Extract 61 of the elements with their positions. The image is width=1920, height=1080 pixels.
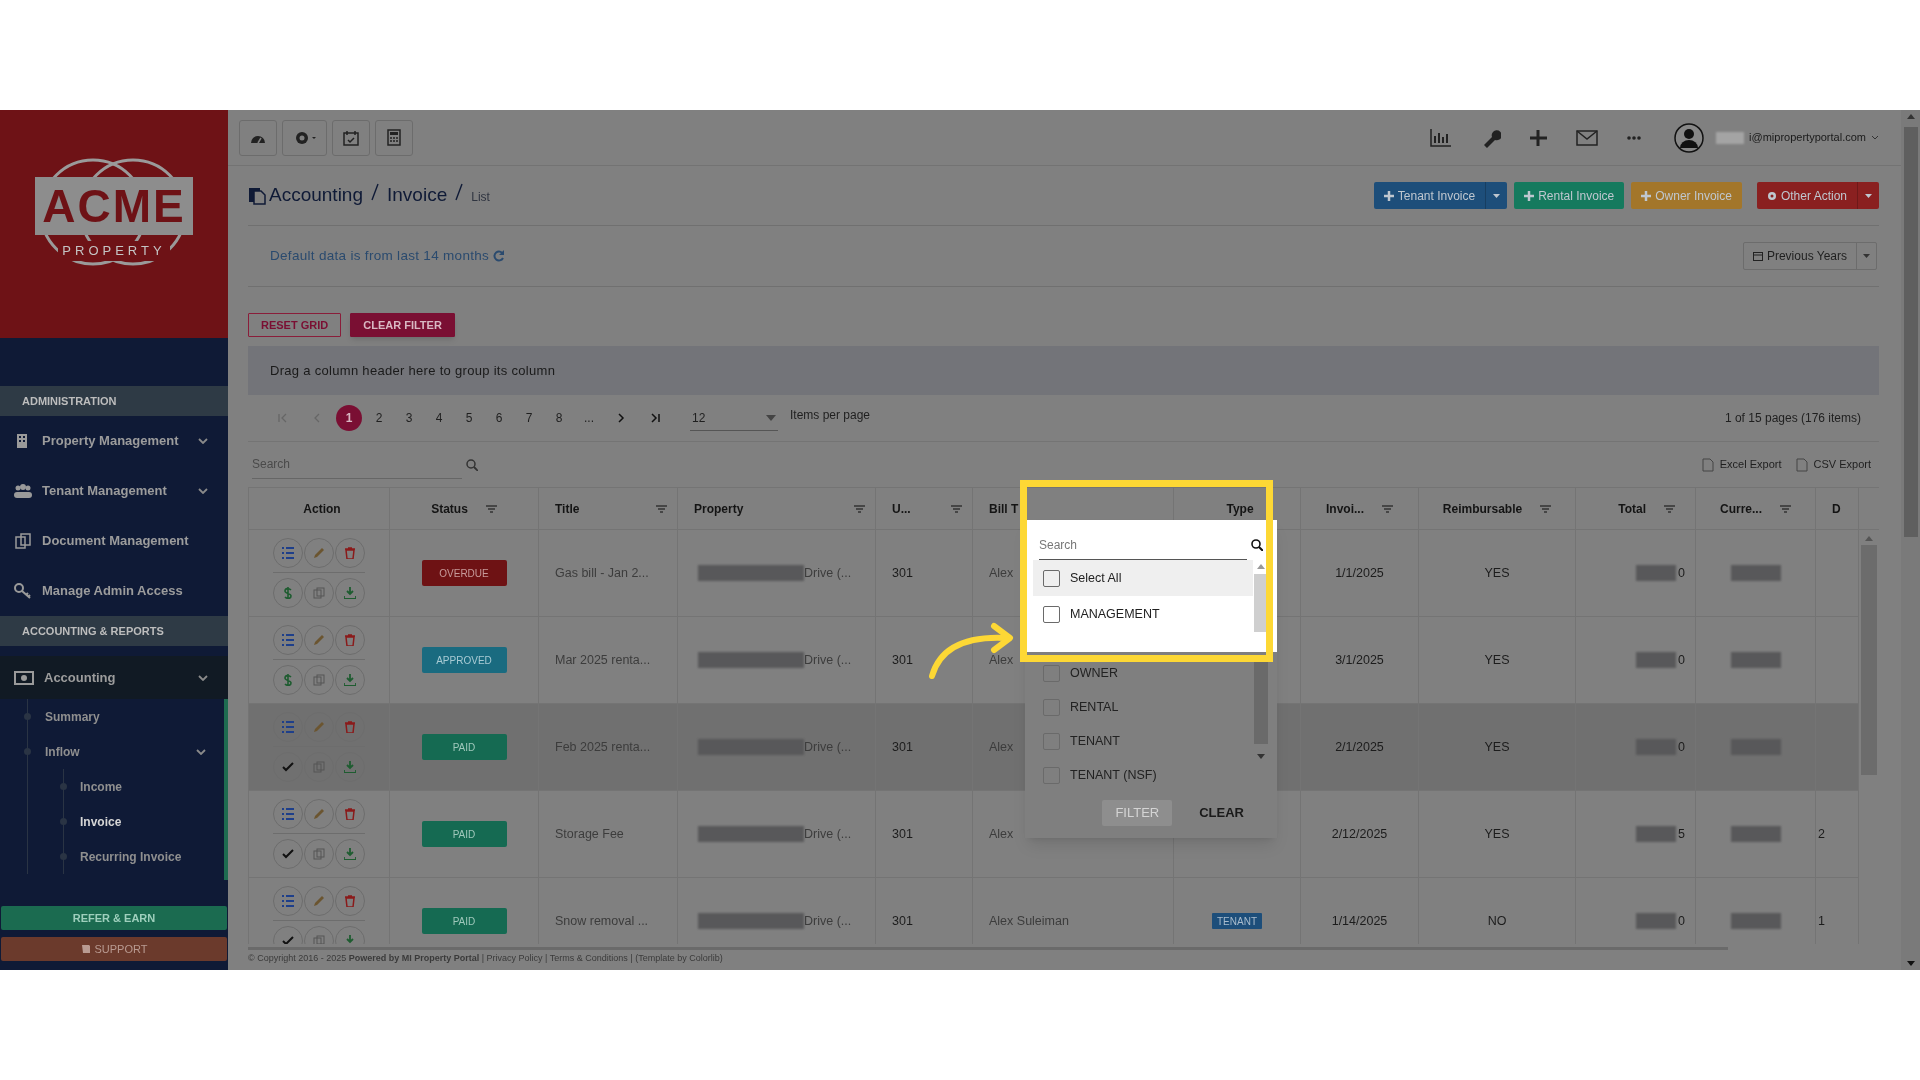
group-hint: Drag a column header here to group its column xyxy=(270,361,556,380)
sidebar-item-label: Manage Admin Access xyxy=(42,582,184,601)
table-cell-text: Gas bill - Jan 2... xyxy=(555,564,649,582)
table-cell-text: Drive (... xyxy=(804,651,852,669)
section-header: ADMINISTRATION xyxy=(0,386,228,416)
table-cell-text: Snow removal ... xyxy=(555,912,649,930)
table-cell-text: 301 xyxy=(892,825,913,843)
table-cell-text: 301 xyxy=(892,738,913,756)
option-label: OWNER xyxy=(1070,664,1118,682)
table-cell-text: Alex Suleiman xyxy=(989,912,1069,930)
table-cell-text: Drive (... xyxy=(804,564,852,582)
status-badge: PAID xyxy=(421,821,507,847)
table-cell-text: Mar 2025 renta... xyxy=(555,651,651,669)
table-cell-text: 3/1/2025 xyxy=(1335,651,1384,669)
table-cell-text: 2/1/2025 xyxy=(1335,738,1384,756)
table-cell-text: YES xyxy=(1484,564,1510,582)
table-cell-text: 301 xyxy=(892,564,913,582)
option-label: TENANT xyxy=(1070,732,1120,750)
option-label: RENTAL xyxy=(1070,698,1119,716)
status-badge: APPROVED xyxy=(421,647,507,673)
table-cell-text: Storage Fee xyxy=(555,825,624,843)
option-label: MANAGEMENT xyxy=(1070,605,1160,623)
page-size-label: Items per page xyxy=(790,407,871,424)
table-cell-text: Alex xyxy=(989,825,1014,843)
section-header: ACCOUNTING & REPORTS xyxy=(0,616,228,646)
breadcrumb-current: List xyxy=(471,189,490,207)
date-range-notice: Default data is from last 14 months xyxy=(270,246,490,265)
status-badge: PAID xyxy=(421,734,507,760)
table-cell-text: 0 xyxy=(1678,738,1685,756)
table-cell-text: Alex xyxy=(989,564,1014,582)
sidebar-item-label: Property Management xyxy=(42,432,180,451)
status-badge: OVERDUE xyxy=(421,560,507,586)
pager-summary: 1 of 15 pages (176 items) xyxy=(1724,410,1861,427)
table-cell-text: 1 xyxy=(1818,912,1825,930)
table-cell-text: NO xyxy=(1487,912,1507,930)
copyright-text: © Copyright 2016 - 2025 Powered by MI Property Portal | Privacy Policy | Terms & Conditions | (Template by Colorlib) xyxy=(248,952,723,965)
table-cell-text: 1/1/2025 xyxy=(1335,564,1384,582)
table-cell-text: 2/12/2025 xyxy=(1331,825,1388,843)
logo-tagline: PROPERTY xyxy=(58,241,170,261)
table-cell-text: 301 xyxy=(892,651,913,669)
table-cell-text: 0 xyxy=(1678,912,1685,930)
table-cell-text: 301 xyxy=(892,912,913,930)
table-cell-text: 1/14/2025 xyxy=(1331,912,1388,930)
table-cell-text: Drive (... xyxy=(804,825,852,843)
option-label: TENANT (NSF) xyxy=(1070,766,1157,784)
table-cell-text: YES xyxy=(1484,651,1510,669)
sidebar-item-label: Document Management xyxy=(42,532,190,551)
table-cell-text: 0 xyxy=(1678,564,1685,582)
table-cell-text: Alex xyxy=(989,651,1014,669)
sidebar-item-label: Tenant Management xyxy=(42,482,168,501)
table-cell-text: 0 xyxy=(1678,651,1685,669)
table-cell-text: YES xyxy=(1484,738,1510,756)
table-cell-text: YES xyxy=(1484,825,1510,843)
type-badge: TENANT xyxy=(1212,913,1262,929)
table-cell-text: 2 xyxy=(1818,825,1825,843)
sidebar-item-label: Accounting xyxy=(44,668,117,687)
status-badge: PAID xyxy=(421,908,507,934)
option-label: Select All xyxy=(1070,569,1122,587)
table-cell-text: Drive (... xyxy=(804,912,852,930)
table-cell-text: 5 xyxy=(1678,825,1685,843)
logo-text: ACME xyxy=(35,177,193,236)
